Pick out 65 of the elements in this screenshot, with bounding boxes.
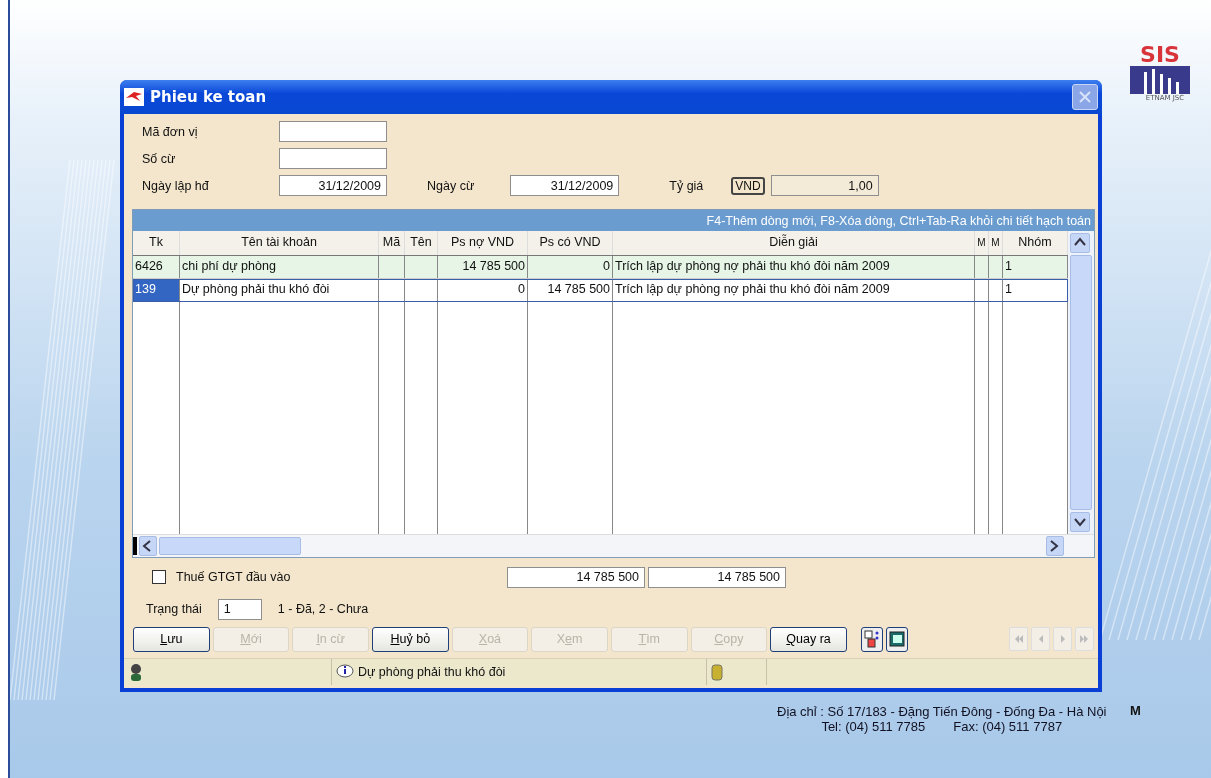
currency-code: VND [731,176,765,195]
field-label: Ngày lập hđ [142,178,210,193]
field-label: Ngày cừ [427,178,475,193]
notebook-icon [888,631,905,647]
table-cell: Trích lập dự phòng nợ phải thu khó đòi năm 2009 [613,279,975,301]
date-field[interactable]: 31/12/2009 [510,175,620,196]
column-header[interactable]: M [975,231,989,255]
fax-text: Fax: (04) 511 7787 [953,719,1063,734]
column-header[interactable]: Tên [405,231,438,255]
date-field[interactable]: 31/12/2009 [279,175,387,196]
vertical-scrollbar[interactable] [1068,231,1094,534]
table-cell: 139 [133,279,180,301]
info-icon [336,664,354,680]
grid-row[interactable]: 139 Dự phòng phải thu khó đòi 0 14 785 500 Trích lập dự phòng nợ phải thu khó đòi năm 2009 1 [133,279,1068,302]
column-header[interactable]: M [989,231,1003,255]
table-cell: 14 785 500 [528,279,613,301]
checkbox[interactable] [152,570,166,584]
horizontal-scrollbar[interactable] [133,534,1094,557]
status-legend: 1 - Đã, 2 - Chưa [277,602,369,616]
column-header[interactable]: Ps nợ VND [438,231,528,255]
field-label: Trạng thái [146,602,202,616]
input-field[interactable] [279,121,387,142]
database-icon [711,663,723,681]
table-cell: chi phí dự phòng [180,256,379,278]
status-field[interactable]: 1 [217,598,262,620]
right-arrow-icon [1079,635,1090,643]
phone-text: Tel: (04) 511 7785 [821,719,926,734]
field-label: Mã đơn vị [142,124,199,139]
table-cell: Dự phòng phải thu khó đòi [180,279,379,301]
total-field: 14 785 500 [648,566,786,588]
column-header[interactable]: Ps có VND [528,231,613,255]
table-cell: Trích lập dự phòng nợ phải thu khó đòi năm 2009 [613,256,975,278]
table-cell: 0 [438,279,528,301]
numbering-button[interactable] [860,626,883,652]
numbered-list-icon [863,630,880,648]
column-header[interactable]: Diễn giải [613,231,975,255]
window-title: Phieu ke toan [150,88,267,106]
table-cell: 6426 [133,256,180,278]
input-field[interactable] [279,148,387,169]
field-label: Tỷ giá [669,178,704,193]
app-icon [124,88,144,106]
person-icon [128,663,144,681]
notebook-button[interactable] [885,626,908,652]
close-icon [1078,90,1092,104]
address-text: Địa chỉ : Số 17/183 - Đặng Tiến Đông - Đống Đa - Hà Nội [777,704,1107,719]
action-button[interactable]: Huỷ bỏ [371,626,449,652]
grid-row[interactable]: 6426 chi phí dự phòng 14 785 500 0 Trích lập dự phòng nợ phải thu khó đòi năm 2009 1 [133,256,1068,279]
total-field: 14 785 500 [507,566,645,588]
rate-field: 1,00 [770,175,879,196]
close-button[interactable] [1072,84,1098,110]
bars-logo-icon [1130,66,1190,94]
cut-text: M [1130,703,1141,718]
grid-hint: F4-Thêm dòng mới, F8-Xóa dòng, Ctrl+Tab-Ra khỏi chi tiết hạch toán [133,210,1094,231]
field-label: Số cừ [142,151,177,166]
status-message: Dự phòng phải thu khó đòi [358,665,506,679]
left-arrow-icon [1013,635,1024,643]
logo-name: SIS [1140,44,1180,66]
column-header[interactable]: Tk [133,231,180,255]
column-header[interactable]: Mã [379,231,405,255]
column-header[interactable]: Tên tài khoản [180,231,379,255]
checkbox-label: Thuế GTGT đầu vào [176,570,292,584]
table-cell: 0 [528,256,613,278]
table-cell: 14 785 500 [438,256,528,278]
action-button[interactable]: Quay ra [770,626,847,652]
action-button[interactable]: Lưu [133,626,210,652]
